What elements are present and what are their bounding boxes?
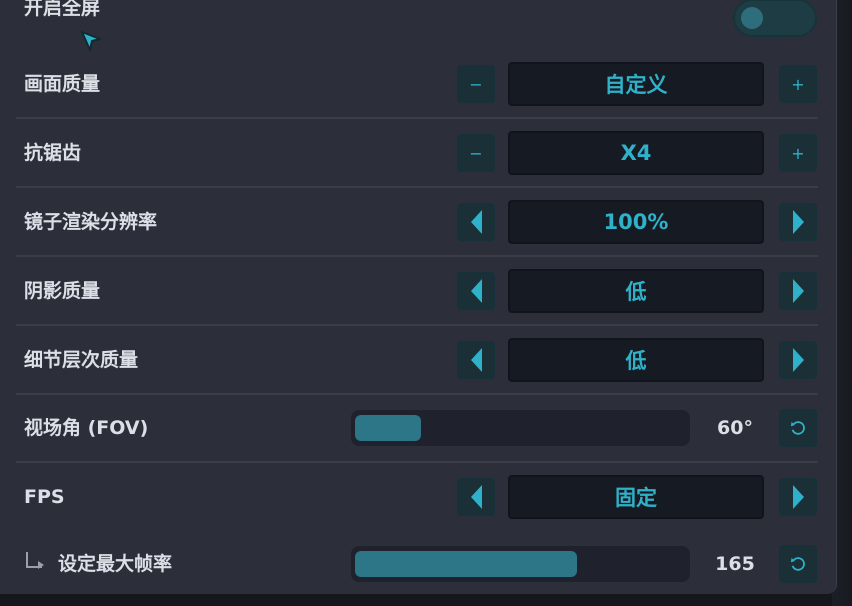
image-quality-label: 画面质量	[24, 73, 101, 95]
toggle-knob	[741, 7, 763, 29]
triangle-right-icon	[792, 348, 804, 372]
triangle-right-icon	[792, 485, 804, 509]
triangle-left-icon	[470, 279, 482, 303]
fps-next-button[interactable]	[779, 478, 817, 516]
lod-quality-value: 低	[508, 338, 764, 382]
fps-prev-button[interactable]	[457, 478, 495, 516]
shadow-quality-value: 低	[508, 269, 764, 313]
image-quality-decrease-button[interactable]: −	[457, 65, 495, 103]
triangle-right-icon	[792, 210, 804, 234]
triangle-left-icon	[470, 485, 482, 509]
lod-quality-prev-button[interactable]	[457, 341, 495, 379]
fps-label: FPS	[24, 486, 65, 508]
anti-aliasing-decrease-button[interactable]: −	[457, 134, 495, 172]
row-fov: 视场角 (FOV) 60°	[0, 394, 836, 462]
fov-label: 视场角 (FOV)	[24, 417, 149, 439]
row-lod-quality: 细节层次质量 低	[0, 326, 836, 394]
sub-setting-arrowhead-icon	[38, 561, 44, 569]
minus-icon: −	[469, 74, 483, 94]
max-framerate-reset-button[interactable]	[779, 545, 817, 583]
image-quality-value: 自定义	[508, 62, 764, 106]
mirror-resolution-next-button[interactable]	[779, 203, 817, 241]
minus-icon: −	[469, 143, 483, 163]
max-framerate-slider-fill	[355, 551, 577, 577]
max-framerate-slider[interactable]	[351, 546, 690, 582]
fps-value: 固定	[508, 475, 764, 519]
row-max-framerate: 设定最大帧率 165	[0, 530, 836, 598]
mirror-resolution-value: 100%	[508, 200, 764, 244]
row-fps: FPS 固定	[0, 463, 836, 531]
anti-aliasing-label: 抗锯齿	[24, 142, 82, 164]
max-framerate-value: 165	[715, 553, 755, 575]
anti-aliasing-increase-button[interactable]: +	[779, 134, 817, 172]
lod-quality-next-button[interactable]	[779, 341, 817, 379]
plus-icon: +	[791, 74, 805, 94]
reset-icon	[790, 557, 805, 571]
fov-reset-button[interactable]	[779, 409, 817, 447]
plus-icon: +	[791, 143, 805, 163]
fov-value: 60°	[717, 417, 753, 439]
fov-slider-fill	[355, 415, 421, 441]
mirror-resolution-prev-button[interactable]	[457, 203, 495, 241]
fullscreen-toggle[interactable]	[733, 0, 817, 37]
shadow-quality-prev-button[interactable]	[457, 272, 495, 310]
reset-icon	[790, 421, 805, 435]
mouse-cursor-icon	[81, 31, 101, 51]
shadow-quality-label: 阴影质量	[24, 280, 101, 302]
shadow-quality-next-button[interactable]	[779, 272, 817, 310]
row-anti-aliasing: 抗锯齿 − X4 +	[0, 119, 836, 187]
settings-panel: 开启全屏 画面质量 − 自定义 + 抗锯齿 − X4 + 镜子渲染分辨率 100…	[0, 0, 837, 594]
triangle-right-icon	[792, 279, 804, 303]
mirror-resolution-label: 镜子渲染分辨率	[24, 211, 158, 233]
image-quality-increase-button[interactable]: +	[779, 65, 817, 103]
row-shadow-quality: 阴影质量 低	[0, 257, 836, 325]
triangle-left-icon	[470, 210, 482, 234]
row-mirror-resolution: 镜子渲染分辨率 100%	[0, 188, 836, 256]
row-image-quality: 画面质量 − 自定义 +	[0, 50, 836, 118]
fov-slider[interactable]	[351, 410, 690, 446]
anti-aliasing-value: X4	[508, 131, 764, 175]
lod-quality-label: 细节层次质量	[24, 349, 139, 371]
max-framerate-label: 设定最大帧率	[58, 553, 173, 575]
triangle-left-icon	[470, 348, 482, 372]
